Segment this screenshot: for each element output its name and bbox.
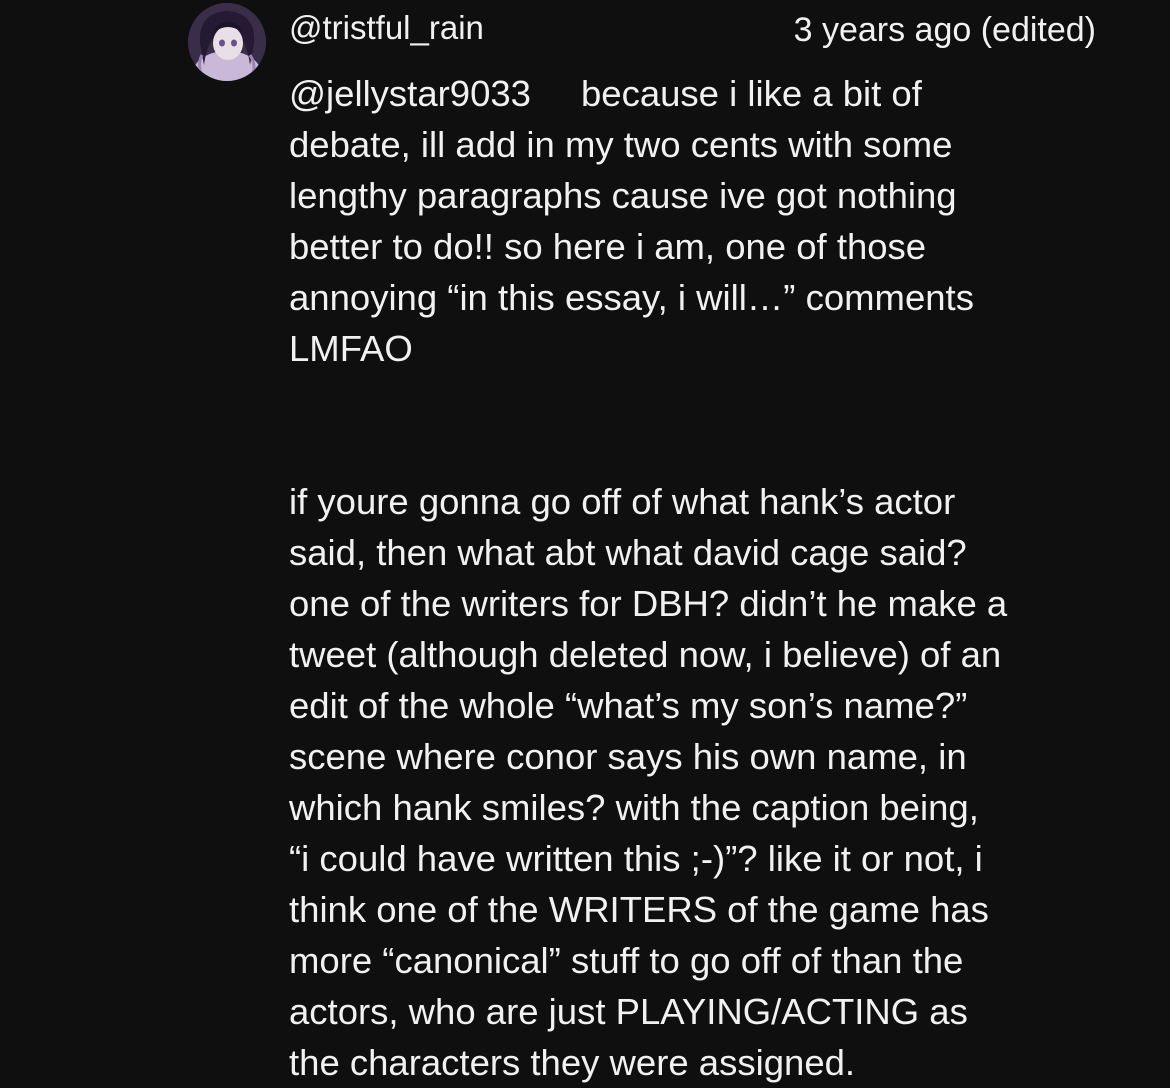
- anime-character-avatar-icon: [188, 3, 266, 81]
- comment-timestamp[interactable]: 3 years ago (edited): [794, 10, 1096, 50]
- comment-line: annoying “in this essay, i will…” commen…: [289, 277, 974, 318]
- comment-line-text: because i like a bit of: [580, 73, 922, 114]
- comment-line: one of the writers for DBH? didn’t he ma…: [289, 583, 1008, 624]
- comment-line: @jellystar9033 because i like a bit of: [289, 68, 1119, 119]
- author-avatar[interactable]: [188, 3, 266, 81]
- comment-line: “i could have written this ;-)”? like it…: [289, 838, 983, 879]
- comment-body: @jellystar9033 because i like a bit of de…: [289, 68, 1119, 1088]
- comment-line: the characters they were assigned.: [289, 1042, 856, 1083]
- comment-line: which hank smiles? with the caption bein…: [289, 787, 979, 828]
- comment-line: scene where conor says his own name, in: [289, 736, 967, 777]
- comment-line: debate, ill add in my two cents with som…: [289, 124, 953, 165]
- comment-line: more “canonical” stuff to go off of than…: [289, 940, 964, 981]
- comment-line: tweet (although deleted now, i believe) …: [289, 634, 1002, 675]
- comment-line: think one of the WRITERS of the game has: [289, 889, 989, 930]
- reply-mention-link[interactable]: @jellystar9033: [289, 73, 531, 114]
- comment-line: better to do!! so here i am, one of thos…: [289, 226, 927, 267]
- comment-line: said, then what abt what david cage said…: [289, 532, 967, 573]
- comment-line: lengthy paragraphs cause ive got nothing: [289, 175, 957, 216]
- comment-line: edit of the whole “what’s my son’s name?…: [289, 685, 968, 726]
- comment-line: if youre gonna go off of what hank’s act…: [289, 481, 956, 522]
- comment-paragraph-2: if youre gonna go off of what hank’s act…: [289, 476, 1119, 1088]
- comment-line: LMFAO: [289, 328, 413, 369]
- comment-line: actors, who are just PLAYING/ACTING as: [289, 991, 968, 1032]
- comment-thread-item: @tristful_rain 3 years ago (edited) @jel…: [0, 0, 1170, 1083]
- comment-paragraph-1: @jellystar9033 because i like a bit of de…: [289, 68, 1119, 374]
- author-handle-link[interactable]: @tristful_rain: [289, 8, 484, 48]
